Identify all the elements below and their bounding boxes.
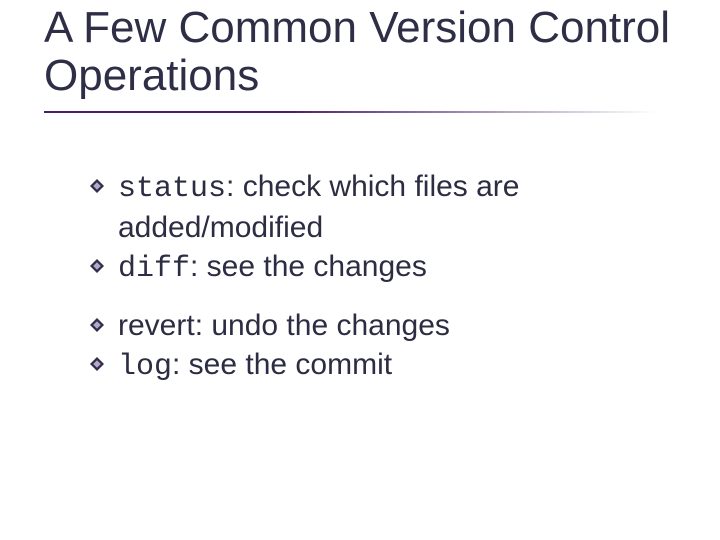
command-description: : see the changes [190,250,427,283]
command-name: log [118,350,172,384]
slide: A Few Common Version Control Operations … [0,0,720,540]
command-description: : undo the changes [195,309,450,342]
command-name: revert [118,309,195,342]
command-name: diff [118,252,190,286]
bullet-list: status: check which files are added/modi… [90,168,650,389]
list-item: status: check which files are added/modi… [90,168,650,246]
list-item: log: see the commit [90,346,650,387]
title-block: A Few Common Version Control Operations [44,4,684,113]
diamond-bullet-icon [90,357,104,371]
diamond-bullet-icon [90,259,104,273]
list-item: diff: see the changes [90,248,650,289]
command-name: status [118,172,226,206]
list-item: revert: undo the changes [90,307,650,345]
page-title: A Few Common Version Control Operations [44,4,684,101]
diamond-bullet-icon [90,318,104,332]
diamond-bullet-icon [90,179,104,193]
title-underline [44,111,656,113]
command-description: : see the commit [172,348,392,381]
